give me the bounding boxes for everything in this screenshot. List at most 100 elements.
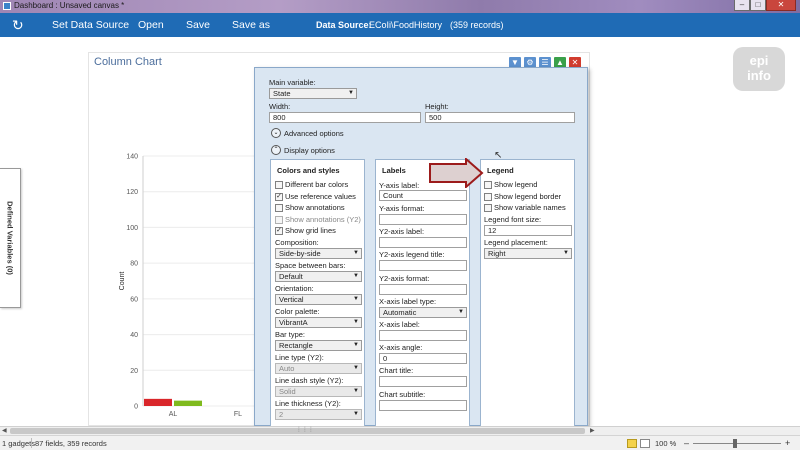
- y-tick-label: 120: [126, 189, 138, 196]
- height-label: Height:: [425, 102, 449, 111]
- save-button[interactable]: Save: [186, 19, 210, 31]
- canvas-view-icon[interactable]: [627, 439, 637, 448]
- page-view-icon[interactable]: [640, 439, 650, 448]
- zoom-in-button[interactable]: +: [785, 438, 790, 448]
- chevron-down-icon: ▼: [353, 250, 359, 256]
- chevron-down-icon: ▼: [353, 296, 359, 302]
- y2-legend-title-input[interactable]: [379, 260, 467, 271]
- color-palette-select[interactable]: VibrantA ▼: [275, 317, 362, 328]
- width-label: Width:: [269, 102, 291, 111]
- y-tick-label: 0: [134, 404, 138, 411]
- orientation-select[interactable]: Vertical ▼: [275, 294, 362, 305]
- y-axis-label-input[interactable]: Count: [379, 190, 467, 201]
- main-variable-select[interactable]: State ▼: [269, 88, 357, 99]
- color-palette-label: Color palette:: [275, 307, 320, 316]
- y2-axis-label-input[interactable]: [379, 237, 467, 248]
- y2-axis-label-label: Y2-axis label:: [379, 227, 425, 236]
- show-legend-checkbox[interactable]: Show legend: [484, 180, 537, 189]
- line-type-select[interactable]: Auto ▼: [275, 363, 362, 374]
- chevron-down-icon: ▼: [353, 365, 359, 371]
- y-axis-format-input[interactable]: [379, 214, 467, 225]
- colors-panel-title: Colors and styles: [277, 166, 340, 175]
- status-divider: [31, 438, 32, 448]
- show-annotations-y2-checkbox[interactable]: Show annotations (Y2): [275, 215, 361, 224]
- gadget-count: 1 gadgets: [2, 439, 35, 448]
- x-axis-label-input[interactable]: [379, 330, 467, 341]
- title-bar: Dashboard : Unsaved canvas * – □ ✕: [0, 0, 800, 13]
- display-options-toggle[interactable]: ⌃ Display options: [271, 145, 335, 155]
- legend-panel: Legend Show legend Show legend border Sh…: [480, 159, 575, 427]
- collapse-icon: ⌃: [271, 145, 281, 155]
- zoom-slider-track[interactable]: [693, 443, 781, 444]
- x-tick-label: AL: [169, 411, 178, 418]
- show-legend-border-checkbox[interactable]: Show legend border: [484, 192, 561, 201]
- refresh-icon[interactable]: ↻: [12, 17, 24, 33]
- space-between-bars-select[interactable]: Default ▼: [275, 271, 362, 282]
- advanced-options-toggle[interactable]: ⌄ Advanced options: [271, 128, 344, 138]
- use-reference-values-checkbox[interactable]: ✓ Use reference values: [275, 192, 356, 201]
- width-input[interactable]: 800: [269, 112, 421, 123]
- chevron-down-icon: ▼: [353, 342, 359, 348]
- x-axis-label-type-label: X-axis label type:: [379, 297, 437, 306]
- y-axis-format-label: Y-axis format:: [379, 204, 425, 213]
- chevron-down-icon: ▼: [353, 388, 359, 394]
- bar: [174, 400, 202, 406]
- gadget-title: Column Chart: [94, 56, 162, 68]
- line-thickness-label: Line thickness (Y2):: [275, 399, 341, 408]
- status-bar: 1 gadgets 87 fields, 359 records 100 % –…: [0, 435, 800, 450]
- horizontal-scrollbar[interactable]: ◀ ⋮⋮⋮ ▶: [0, 426, 800, 435]
- show-annotations-checkbox[interactable]: Show annotations: [275, 203, 345, 212]
- zoom-slider-thumb[interactable]: [733, 439, 737, 448]
- composition-label: Composition:: [275, 238, 319, 247]
- legend-placement-label: Legend placement:: [484, 238, 548, 247]
- window-title: Dashboard : Unsaved canvas *: [14, 1, 125, 10]
- composition-select[interactable]: Side-by-side ▼: [275, 248, 362, 259]
- maximize-button[interactable]: □: [750, 0, 766, 11]
- height-input[interactable]: 500: [425, 112, 575, 123]
- scrollbar-grip-icon: ⋮⋮⋮: [296, 427, 314, 433]
- bar-type-select[interactable]: Rectangle ▼: [275, 340, 362, 351]
- y-axis-label-label: Y-axis label:: [379, 181, 420, 190]
- record-count: (359 records): [450, 20, 504, 30]
- checkmark-icon: ✓: [275, 226, 283, 235]
- data-source-value: ECoIi\FoodHistory: [369, 20, 443, 30]
- bar: [144, 398, 172, 406]
- mouse-cursor-icon: ↖: [494, 150, 503, 161]
- line-thickness-select[interactable]: 2 ▼: [275, 409, 362, 420]
- open-button[interactable]: Open: [138, 19, 164, 31]
- different-bar-colors-checkbox[interactable]: Different bar colors: [275, 180, 348, 189]
- y-tick-label: 40: [130, 332, 138, 339]
- x-axis-angle-label: X-axis angle:: [379, 343, 423, 352]
- set-data-source-button[interactable]: Set Data Source: [52, 19, 129, 31]
- expand-icon: ⌄: [271, 128, 281, 138]
- x-axis-angle-input[interactable]: 0: [379, 353, 467, 364]
- epi-info-logo: epi info: [733, 47, 785, 91]
- checkmark-icon: ✓: [275, 192, 283, 201]
- y2-axis-format-input[interactable]: [379, 284, 467, 295]
- y2-axis-format-label: Y2-axis format:: [379, 274, 430, 283]
- legend-font-size-label: Legend font size:: [484, 215, 542, 224]
- y-tick-label: 60: [130, 296, 138, 303]
- chevron-down-icon: ▼: [353, 273, 359, 279]
- legend-placement-select[interactable]: Right ▼: [484, 248, 572, 259]
- line-dash-style-select[interactable]: Solid ▼: [275, 386, 362, 397]
- scroll-right-icon[interactable]: ▶: [590, 427, 595, 435]
- column-chart: 0 20 40 60 80 100 120 140 Count AL FL: [119, 154, 258, 418]
- chart-title-input[interactable]: [379, 376, 467, 387]
- x-tick-label: FL: [234, 411, 242, 418]
- show-grid-lines-checkbox[interactable]: ✓ Show grid lines: [275, 226, 336, 235]
- chevron-down-icon: ▼: [353, 411, 359, 417]
- show-variable-names-checkbox[interactable]: Show variable names: [484, 203, 566, 212]
- chevron-down-icon: ▼: [353, 319, 359, 325]
- scroll-left-icon[interactable]: ◀: [2, 427, 7, 435]
- save-as-button[interactable]: Save as: [232, 19, 270, 31]
- chart-subtitle-input[interactable]: [379, 400, 467, 411]
- minimize-button[interactable]: –: [734, 0, 750, 11]
- y-tick-label: 80: [130, 261, 138, 268]
- zoom-out-button[interactable]: –: [684, 438, 689, 448]
- x-axis-label-type-select[interactable]: Automatic ▼: [379, 307, 467, 318]
- gadget-properties-dialog: Main variable: State ▼ Width: 800 Height:…: [254, 67, 588, 427]
- legend-font-size-input[interactable]: 12: [484, 225, 572, 236]
- defined-variables-tab[interactable]: Defined Variables (0): [0, 168, 21, 308]
- close-window-button[interactable]: ✕: [766, 0, 796, 11]
